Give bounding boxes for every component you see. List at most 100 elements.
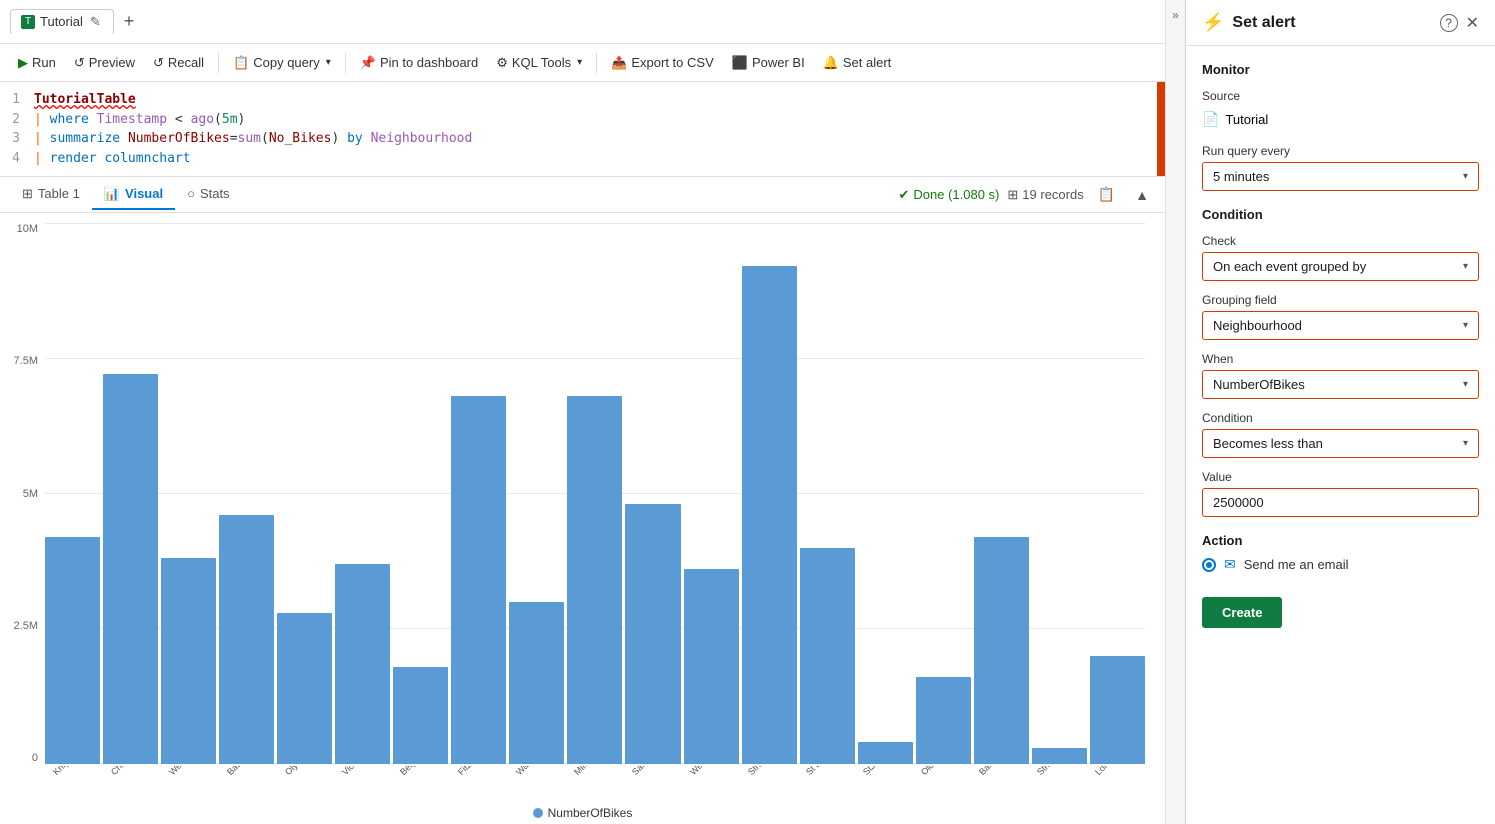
stats-tab-icon: ○ [187,186,195,201]
kql-label: KQL Tools [512,55,571,70]
close-panel-button[interactable]: ✕ [1466,13,1479,33]
x-label: Strand [740,766,798,796]
email-radio-option[interactable]: ✉ Send me an email [1202,556,1479,573]
bar [567,396,622,764]
bar [393,667,448,764]
bar [45,537,100,764]
source-field-label: Source [1202,89,1479,103]
alert-bolt-icon: ⚡ [1202,12,1224,33]
value-field-label: Value [1202,470,1479,484]
y-label-3: 2.5M [14,620,38,632]
y-axis-labels: 10M 7.5M 5M 2.5M 0 [0,223,42,764]
bar [103,374,158,764]
check-value: On each event grouped by [1213,259,1366,274]
bar [277,613,332,764]
y-label-1: 7.5M [14,355,38,367]
collapse-button[interactable]: 📋 [1092,184,1121,205]
preview-label: Preview [89,55,135,70]
copy-query-button[interactable]: 📋 Copy query [225,51,339,75]
code-line-1: 1 TutorialTable [0,90,1165,110]
grouping-dropdown[interactable]: Neighbourhood ▾ [1202,311,1479,340]
preview-button[interactable]: ↺ Preview [66,51,143,75]
email-radio-dot [1202,558,1216,572]
tutorial-tab[interactable]: T Tutorial ✎ [10,9,114,35]
export-label: Export to CSV [631,55,713,70]
export-button[interactable]: 📤 Export to CSV [603,51,722,75]
check-dropdown[interactable]: On each event grouped by ▾ [1202,252,1479,281]
x-label: StJohn's Wood [855,766,913,796]
grouping-field-label: Grouping field [1202,293,1479,307]
table-tab-label: Table 1 [38,186,80,201]
powerbi-icon: ⬛ [732,55,748,71]
recall-button[interactable]: ↺ Recall [145,51,212,75]
bar [974,537,1029,764]
set-alert-button[interactable]: 🔔 Set alert [815,51,900,75]
run-button[interactable]: ▶ Run [10,51,64,75]
records-icon: ⊞ [1007,187,1018,203]
run-query-dropdown[interactable]: 5 minutes ▾ [1202,162,1479,191]
bar [742,266,797,764]
power-bi-button[interactable]: ⬛ Power BI [724,51,813,75]
x-axis-labels: KnightsbridgeChelseaWest ChelseaBatterse… [45,766,1145,796]
value-input[interactable] [1202,488,1479,517]
alert-icon: 🔔 [823,55,839,71]
legend-label: NumberOfBikes [548,806,633,820]
add-tab-button[interactable]: + [118,11,141,32]
when-value: NumberOfBikes [1213,377,1305,392]
powerbi-label: Power BI [752,55,805,70]
code-line-2: 2 | where Timestamp < ago(5m) [0,110,1165,130]
x-label: Olympia [277,766,335,796]
bar [625,504,680,764]
bar [219,515,274,764]
bar [335,564,390,764]
stats-tab-label: Stats [200,186,230,201]
close-icon: ✕ [1466,15,1479,32]
monitor-section-label: Monitor [1202,62,1479,77]
y-label-4: 0 [32,752,38,764]
main-area: T Tutorial ✎ + ▶ Run ↺ Preview ↺ Recall … [0,0,1165,824]
sep3 [596,53,597,73]
when-dropdown[interactable]: NumberOfBikes ▾ [1202,370,1479,399]
create-button[interactable]: Create [1202,597,1282,628]
visual-tab[interactable]: 📊 Visual [92,180,175,210]
table-tab[interactable]: ⊞ Table 1 [10,180,92,210]
x-label: St John's Wood [798,766,856,796]
condition-arrow-icon: ▾ [1463,438,1468,449]
condition-dropdown[interactable]: Becomes less than ▾ [1202,429,1479,458]
x-label: Chelsea [103,766,161,796]
results-tabs-bar: ⊞ Table 1 📊 Visual ○ Stats ✔ Done (1.080… [0,177,1165,213]
x-label: West Chelsea [161,766,219,796]
edit-tab-button[interactable]: ✎ [88,14,103,30]
collapse-panel[interactable]: » [1165,0,1185,824]
bar [858,742,913,764]
check-field-label: Check [1202,234,1479,248]
action-bar: ▶ Run ↺ Preview ↺ Recall 📋 Copy query 📌 … [0,44,1165,82]
help-icon: ? [1440,14,1458,32]
visual-tab-icon: 📊 [104,186,120,202]
status-records: ⊞ 19 records [1007,187,1083,203]
code-editor: 1 TutorialTable 2 | where Timestamp < ag… [0,82,1165,177]
tab-bar: T Tutorial ✎ + [0,0,1165,44]
create-btn-label: Create [1222,605,1262,620]
kql-tools-button[interactable]: ⚙ KQL Tools [488,51,590,75]
preview-icon: ↺ [74,55,85,71]
collapse-icon: » [1172,8,1179,22]
records-text: 19 records [1022,187,1083,202]
chart-legend: NumberOfBikes [0,806,1165,820]
code-line-3: 3 | summarize NumberOfBikes=sum(No_Bikes… [0,129,1165,149]
stats-tab[interactable]: ○ Stats [175,180,241,209]
x-label: London Bridge [1087,766,1145,796]
condition-field-label: Condition [1202,411,1479,425]
recall-label: Recall [168,55,204,70]
pin-dashboard-button[interactable]: 📌 Pin to dashboard [352,51,486,75]
copy-label: Copy query [253,55,319,70]
help-button[interactable]: ? [1440,13,1458,33]
expand-button[interactable]: ▲ [1129,185,1155,205]
panel-header: ⚡ Set alert ? ✕ [1186,0,1495,46]
pin-icon: 📌 [360,55,376,71]
x-label: Fitzrovia [450,766,508,796]
x-label: Stratford [1029,766,1087,796]
panel-body: Monitor Source 📄 Tutorial Run query ever… [1186,46,1495,824]
set-alert-label: Set alert [843,55,891,70]
source-box: 📄 Tutorial [1202,107,1479,132]
